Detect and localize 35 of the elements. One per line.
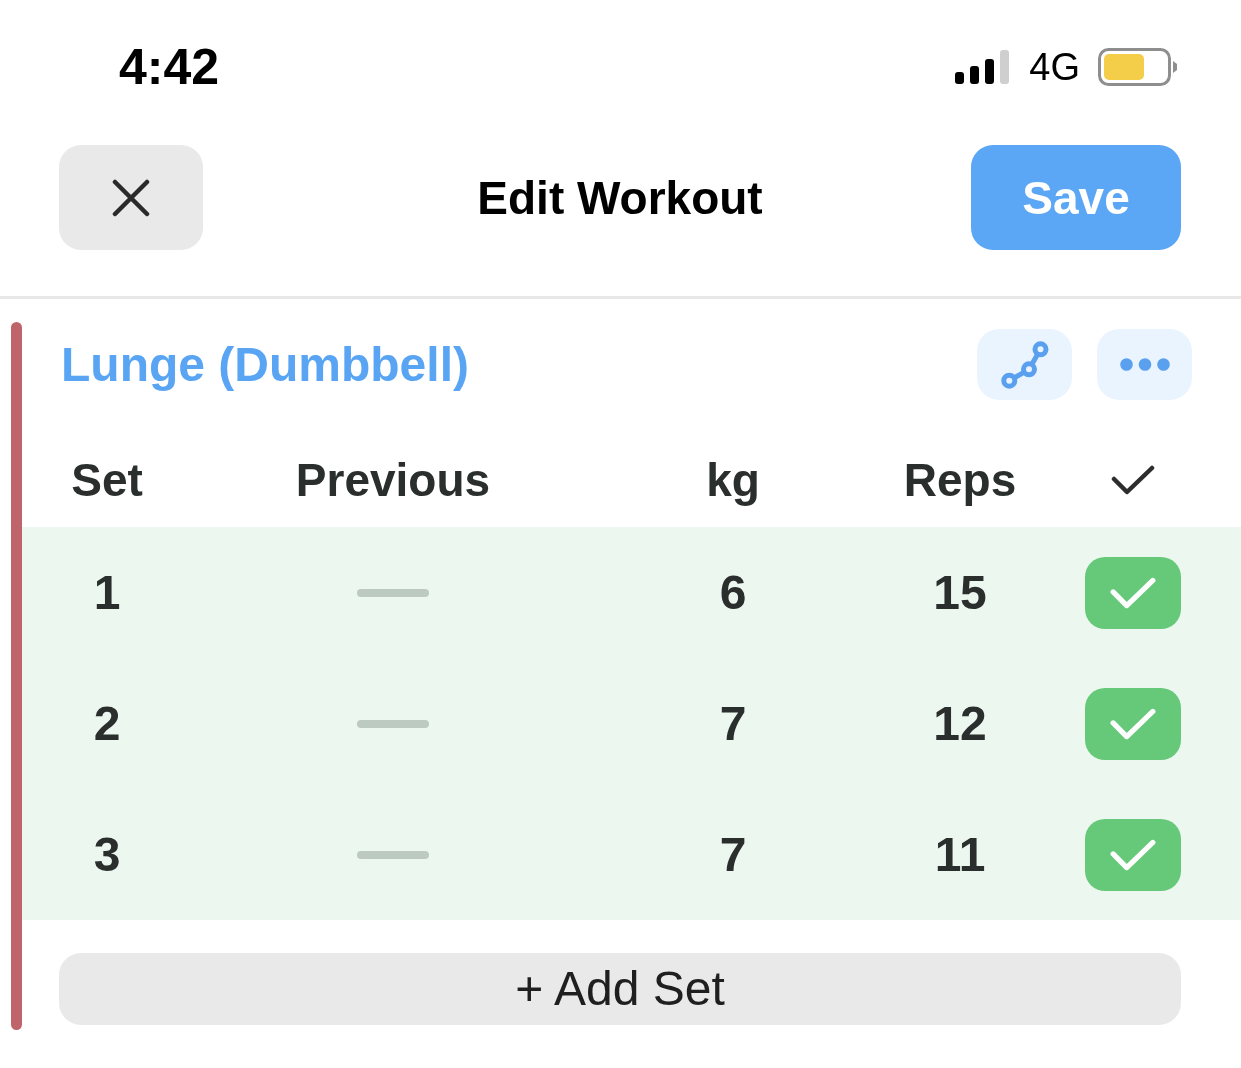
dash-icon [357,719,429,728]
connected-rings-icon [1000,340,1049,389]
exercise-title[interactable]: Lunge (Dumbbell) [61,340,469,389]
set-number: 3 [93,830,121,879]
close-icon [112,178,150,217]
weight-value: 6 [719,568,747,617]
more-button[interactable] [1097,329,1192,400]
complete-set-checkbox[interactable] [1085,556,1181,629]
checkmark-icon [1110,575,1156,610]
complete-set-checkbox[interactable] [1085,687,1181,760]
dash-icon [357,850,429,859]
close-button[interactable] [59,145,203,250]
reps-value: 12 [933,699,987,748]
column-header: Previous [295,457,491,503]
screen-title: Edit Workout [477,174,763,221]
more-icon [1119,358,1170,371]
weight-value: 7 [719,830,747,879]
signal-icon [954,49,1011,85]
complete-set-checkbox[interactable] [1085,818,1181,891]
save-button[interactable]: Save [971,145,1181,250]
status-time: 4:42 [119,42,220,92]
battery-icon [1098,48,1178,86]
column-header: Set [71,457,143,503]
nodes-button[interactable] [977,329,1072,400]
set-number: 1 [93,568,121,617]
weight-value: 7 [719,699,747,748]
checkmark-icon [1111,464,1155,496]
add-set-button[interactable]: + Add Set [59,953,1181,1025]
checkmark-icon [1110,837,1156,872]
network-label: 4G [1029,48,1080,86]
reps-value: 15 [933,568,987,617]
set-number: 2 [93,699,121,748]
dash-icon [357,588,429,597]
reps-value: 11 [934,830,986,879]
checkmark-icon [1110,706,1156,741]
